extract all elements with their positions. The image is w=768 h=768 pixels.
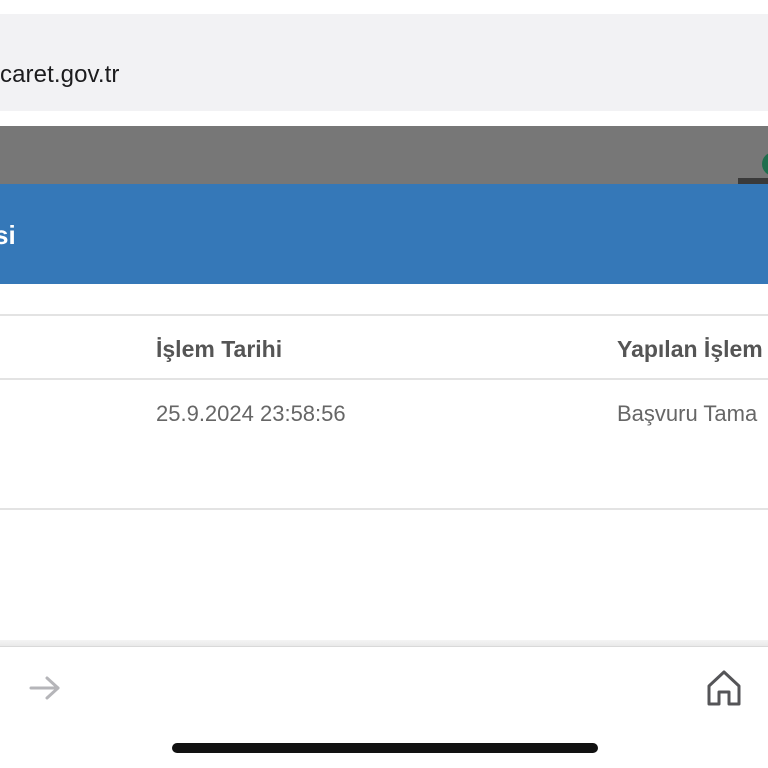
column-header-islem-tarihi: İşlem Tarihi bbox=[156, 336, 283, 362]
table-top-divider bbox=[0, 314, 768, 316]
address-url-text: caret.gov.tr bbox=[0, 61, 120, 88]
page-overlay bbox=[0, 126, 768, 184]
status-area bbox=[0, 0, 768, 14]
home-icon bbox=[707, 670, 741, 706]
arrow-right-icon bbox=[29, 676, 60, 700]
modal-title: si bbox=[0, 220, 16, 250]
home-button[interactable] bbox=[702, 666, 746, 710]
table-cell-date: 25.9.2024 23:58:56 bbox=[156, 401, 346, 426]
modal-header: si bbox=[0, 184, 768, 284]
browser-screen: caret.gov.tr si İşlem Tarihi Yapılan İşl… bbox=[0, 0, 768, 768]
column-header-yapilan-islem: Yapılan İşlem bbox=[617, 336, 763, 362]
table-bottom-divider bbox=[0, 508, 768, 510]
forward-button[interactable] bbox=[24, 670, 66, 706]
address-bar[interactable]: caret.gov.tr bbox=[0, 14, 768, 111]
table-header-divider bbox=[0, 378, 768, 380]
address-bar-gap bbox=[0, 111, 768, 126]
table-cell-action: Başvuru Tama bbox=[617, 401, 758, 426]
home-indicator[interactable] bbox=[172, 743, 598, 753]
